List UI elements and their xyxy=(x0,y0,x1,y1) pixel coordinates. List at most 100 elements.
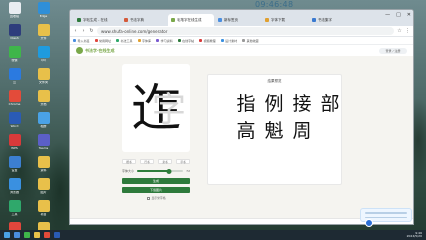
assistant-avatar-icon[interactable] xyxy=(365,219,373,227)
bookmark-label: 设计素材 xyxy=(225,38,238,43)
browser-tab[interactable]: 书法集字 xyxy=(309,14,355,26)
desktop-app-icon xyxy=(37,134,50,146)
desktop-app-icon xyxy=(8,200,21,212)
close-icon[interactable]: ✕ xyxy=(407,12,411,18)
desktop-icon[interactable]: 文件夹 xyxy=(29,66,58,88)
reload-icon[interactable]: ↻ xyxy=(89,28,94,34)
star-icon[interactable]: ☆ xyxy=(397,28,402,34)
bookmark-item[interactable]: 设计素材 xyxy=(220,38,238,43)
bookmark-item[interactable]: 在线字帖 xyxy=(177,39,194,43)
desktop-app-icon xyxy=(37,90,50,102)
desktop-icon[interactable]: Clash xyxy=(0,22,29,44)
desktop-icon[interactable]: 项目 xyxy=(29,198,58,220)
browser-tab[interactable]: 字帖生成 - 在线 xyxy=(74,14,120,26)
brand-name: 书法字·在线生成 xyxy=(85,47,115,53)
maximize-icon[interactable]: □ xyxy=(396,12,401,18)
taskbar-app-icon[interactable] xyxy=(24,232,30,238)
desktop-icon[interactable]: 相册 xyxy=(29,110,58,132)
bookmark-item[interactable]: 视频教程 xyxy=(199,39,216,43)
taskbar-app-icon[interactable] xyxy=(14,232,20,238)
desktop-icon-label: 浏览器 xyxy=(9,191,19,194)
style-option-button[interactable]: 草书 xyxy=(176,159,190,164)
taskbar-clock[interactable]: 9:46 2024/5/20 xyxy=(407,231,422,238)
desktop-app-icon xyxy=(8,68,21,80)
desktop-icon[interactable]: 微信 xyxy=(0,44,29,66)
generate-button[interactable]: 生成 xyxy=(122,178,190,184)
app-body: 字 迮 楷书 行书 隶书 草书 字体大小 72 生成 下载图片 显示米字格 结果预览 … xyxy=(70,56,413,224)
result-char-grid: 指例接部高魁周 xyxy=(232,89,344,143)
desktop-icon[interactable]: 文档 xyxy=(29,88,58,110)
bookmark-label: 其他收藏 xyxy=(246,38,259,43)
bookmark-item[interactable]: 常用网址 xyxy=(94,39,111,43)
start-menu-icon[interactable] xyxy=(4,232,10,238)
grid-checkbox[interactable] xyxy=(146,196,150,200)
bookmark-favicon-icon xyxy=(116,39,120,42)
desktop-icon-label: 资料 xyxy=(40,169,47,172)
taskbar-app-icon[interactable] xyxy=(34,232,40,238)
result-char: 接 xyxy=(292,93,312,115)
desktop-icon-label: Clash xyxy=(10,37,19,40)
browser-tab[interactable]: 书法字典 xyxy=(121,14,167,26)
desktop-icon[interactable]: 浏览器 xyxy=(0,176,29,198)
desktop-app-icon xyxy=(37,200,50,212)
desktop-icon[interactable]: 回收站 xyxy=(0,0,29,22)
desktop-app-icon xyxy=(37,24,50,36)
desktop-icon[interactable]: QQ xyxy=(29,44,58,66)
tab-label: 新标签页 xyxy=(224,17,238,22)
style-option-button[interactable]: 楷书 xyxy=(122,159,136,164)
bookmark-item[interactable]: 书法工具 xyxy=(116,39,133,43)
desktop-icon-label: 回收站 xyxy=(9,15,19,18)
download-button[interactable]: 下载图片 xyxy=(122,187,190,193)
menu-icon[interactable]: ⋮ xyxy=(405,28,410,34)
back-icon[interactable]: ‹ xyxy=(73,28,78,34)
desktop-icon[interactable]: WPS xyxy=(0,132,29,154)
bookmark-item[interactable]: 其他收藏 xyxy=(242,39,259,43)
chat-widget-line xyxy=(365,212,407,214)
desktop-icon[interactable]: Word xyxy=(0,110,29,132)
desktop-icon[interactable]: 文件 xyxy=(29,22,58,44)
browser-tab[interactable]: 字体下载 xyxy=(262,14,308,26)
desktop-icon[interactable]: Teams xyxy=(29,132,58,154)
grid-toggle[interactable]: 显示米字格 xyxy=(122,196,190,200)
desktop-icon[interactable]: 设置 xyxy=(0,154,29,176)
bookmark-item[interactable]: 导入书签 xyxy=(73,39,90,43)
size-slider[interactable] xyxy=(137,168,184,174)
desktop-icon[interactable]: 云 xyxy=(0,66,29,88)
chat-widget-line xyxy=(365,216,407,218)
desktop-icon[interactable]: 图片 xyxy=(29,176,58,198)
slider-fill xyxy=(137,170,170,172)
bookmark-item[interactable]: 字体库 xyxy=(137,39,151,43)
browser-tab[interactable]: 毛笔字在线生成 xyxy=(168,14,214,26)
desktop-icon-label: Teams xyxy=(38,147,49,150)
desktop-icon-label: Chrome xyxy=(8,103,21,106)
forward-icon[interactable]: › xyxy=(81,28,86,34)
desktop-icon[interactable]: 工具 xyxy=(0,198,29,220)
desktop-icon[interactable]: Chrome xyxy=(0,88,29,110)
tab-label: 字体下载 xyxy=(271,17,285,22)
minimize-icon[interactable]: — xyxy=(385,12,390,18)
desktop-app-icon xyxy=(8,178,21,190)
slider-thumb[interactable] xyxy=(166,168,172,174)
grid-checkbox-label: 显示米字格 xyxy=(151,196,166,200)
result-char: 部 xyxy=(320,93,340,115)
desktop-icon[interactable]: 资料 xyxy=(29,154,58,176)
taskbar-app-icon[interactable] xyxy=(44,232,50,238)
preview-ghost-char: 字 xyxy=(152,90,186,130)
browser-tab[interactable]: 新标签页 xyxy=(215,14,261,26)
brand-logo[interactable]: 书法字·在线生成 xyxy=(76,47,115,54)
overlay-clock: 09:46:48 xyxy=(255,0,294,9)
desktop-icon[interactable]: Edge xyxy=(29,0,58,22)
tab-favicon-icon xyxy=(77,18,81,22)
desktop-app-icon xyxy=(37,46,50,58)
desktop-app-icon xyxy=(8,46,21,58)
desktop-app-icon xyxy=(37,156,50,168)
bookmark-favicon-icon xyxy=(94,39,98,42)
result-char: 周 xyxy=(292,120,312,142)
style-option-button[interactable]: 行书 xyxy=(140,159,154,164)
style-option-button[interactable]: 隶书 xyxy=(158,159,172,164)
control-panel: 字 迮 楷书 行书 隶书 草书 字体大小 72 生成 下载图片 显示米字格 xyxy=(122,64,190,200)
login-button[interactable]: 登录 / 注册 xyxy=(379,47,407,54)
url-field[interactable]: www.shufa-online.com/generator xyxy=(97,27,394,35)
bookmark-item[interactable]: 学习资料 xyxy=(156,39,173,43)
taskbar-app-icon[interactable] xyxy=(54,232,60,238)
